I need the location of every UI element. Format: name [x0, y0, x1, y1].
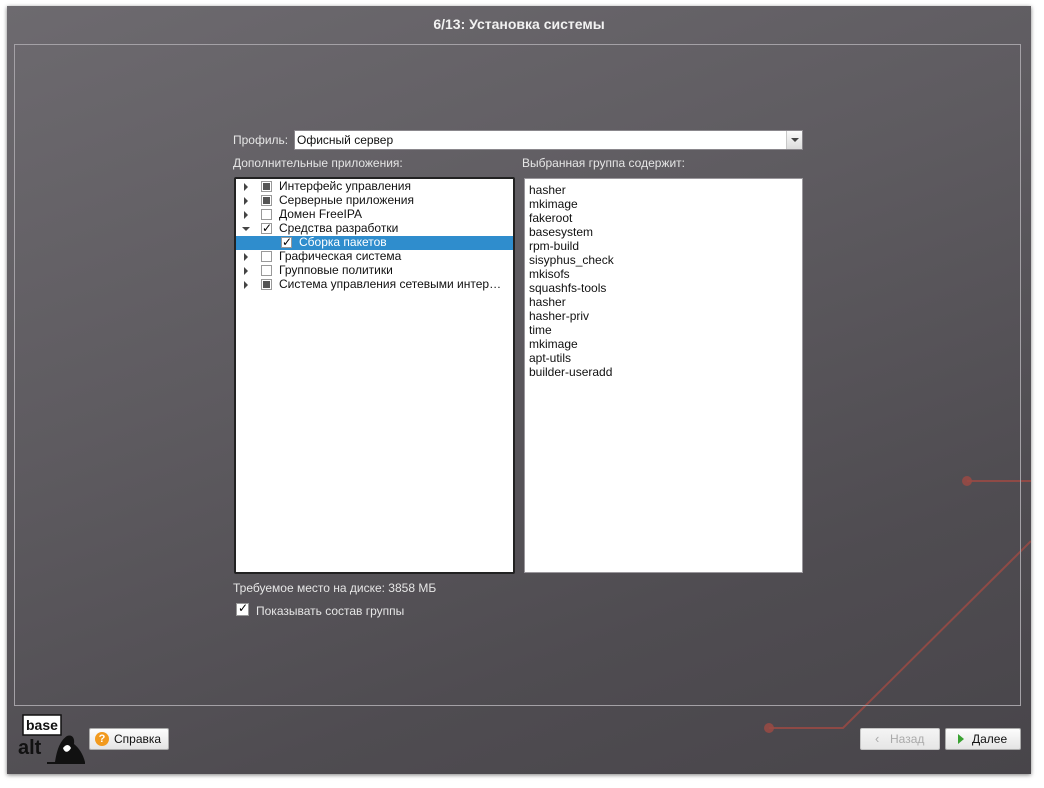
package-item: hasher-priv — [529, 309, 590, 323]
checkbox[interactable] — [261, 279, 272, 290]
package-item: mkimage — [529, 197, 578, 211]
expand-arrow-icon[interactable] — [244, 281, 248, 289]
package-item: fakeroot — [529, 211, 573, 225]
tree-row[interactable]: Серверные приложения — [236, 193, 513, 208]
tree-row-label: Графическая система — [279, 249, 402, 263]
package-item: builder-useradd — [529, 365, 613, 379]
package-item: hasher — [529, 295, 566, 309]
package-item: mkimage — [529, 337, 578, 351]
package-item: hasher — [529, 183, 566, 197]
tree-row[interactable]: Средства разработки — [236, 221, 513, 236]
tree-row-label: Серверные приложения — [279, 193, 414, 207]
tree-row-label: Сборка пакетов — [299, 235, 387, 249]
checkbox[interactable] — [261, 195, 272, 206]
tree-row-label: Домен FreeIPA — [279, 207, 362, 221]
profile-label: Профиль: — [233, 133, 289, 147]
tree-row-selected[interactable]: Сборка пакетов — [236, 235, 513, 250]
expand-arrow-icon[interactable] — [244, 197, 248, 205]
package-item: rpm-build — [529, 239, 580, 253]
tree-row[interactable]: Групповые политики — [236, 263, 513, 278]
expand-arrow-icon[interactable] — [244, 253, 248, 261]
package-item: sisyphus_check — [529, 253, 614, 267]
tree-row-label: Средства разработки — [279, 221, 399, 235]
help-button[interactable]: ? Справка — [89, 728, 169, 750]
help-icon: ? — [95, 732, 109, 746]
tree-row-label: Групповые политики — [279, 263, 393, 277]
package-item: time — [529, 323, 552, 337]
package-item: mkisofs — [529, 267, 570, 281]
tree-row[interactable]: Система управления сетевыми интер… — [236, 277, 513, 292]
tree-row[interactable]: Интерфейс управления — [236, 179, 513, 194]
basealt-logo: base alt — [17, 714, 87, 766]
package-item: apt-utils — [529, 351, 572, 365]
group-header: Выбранная группа содержит: — [522, 156, 685, 170]
checkbox[interactable] — [261, 265, 272, 276]
expand-arrow-icon[interactable] — [244, 267, 248, 275]
checkbox[interactable] — [261, 209, 272, 220]
back-button-label: Назад — [890, 732, 925, 746]
next-button[interactable]: Далее — [945, 728, 1021, 750]
window-title: 6/13: Установка системы — [433, 16, 605, 32]
back-button[interactable]: ‹ Назад — [860, 728, 940, 750]
profile-select[interactable]: Офисный сервер — [294, 130, 803, 150]
group-packages-list[interactable]: hasher mkimage fakeroot basesystem rpm-b… — [524, 178, 803, 573]
help-button-label: Справка — [114, 732, 162, 746]
installer-window: 6/13: Установка системы Профиль: Офисный… — [7, 6, 1031, 774]
apps-tree[interactable]: Интерфейс управления Серверные приложени… — [234, 177, 515, 574]
chevron-right-icon — [958, 734, 964, 744]
package-item: basesystem — [529, 225, 594, 239]
expand-arrow-icon[interactable] — [244, 183, 248, 191]
checkbox[interactable] — [261, 181, 272, 192]
expand-arrow-icon[interactable] — [244, 211, 248, 219]
checkbox[interactable] — [261, 221, 272, 235]
disk-space-text: Требуемое место на диске: 3858 МБ — [233, 581, 437, 595]
apps-header: Дополнительные приложения: — [233, 156, 403, 170]
show-group-label[interactable]: Показывать состав группы — [256, 604, 404, 618]
basealt-logo-icon: base alt — [18, 714, 85, 764]
next-button-label: Далее — [972, 732, 1008, 746]
tree-row-label: Система управления сетевыми интер… — [279, 277, 502, 291]
logo-text-bottom: alt — [18, 737, 42, 759]
profile-select-value: Офисный сервер — [297, 133, 394, 147]
chevron-down-icon[interactable] — [786, 131, 802, 149]
show-group-checkbox[interactable] — [236, 601, 249, 616]
checkbox[interactable] — [281, 235, 292, 249]
tree-row[interactable]: Графическая система — [236, 249, 513, 264]
tree-row[interactable]: Домен FreeIPA — [236, 207, 513, 222]
package-item: squashfs-tools — [529, 281, 607, 295]
collapse-arrow-icon[interactable] — [242, 227, 250, 231]
chevron-left-icon: ‹ — [875, 731, 880, 746]
logo-text-top: base — [26, 717, 58, 733]
tree-row-label: Интерфейс управления — [279, 179, 411, 193]
checkbox[interactable] — [261, 251, 272, 262]
